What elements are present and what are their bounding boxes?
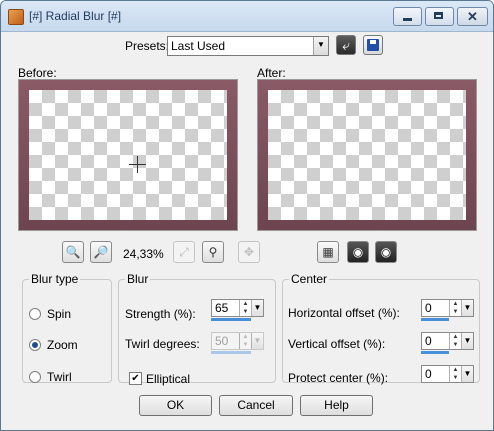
zoom-out-button[interactable]: 🔍 xyxy=(62,241,84,263)
protect-center-value: 0 xyxy=(425,367,432,381)
maximize-icon xyxy=(434,12,443,19)
close-button[interactable]: ✕ xyxy=(457,7,488,26)
title-bar[interactable]: [#] Radial Blur [#] ✕ xyxy=(1,1,493,32)
checkmark-icon: ✔ xyxy=(131,373,140,384)
pan-button[interactable]: ✥ xyxy=(238,241,260,263)
strength-slider[interactable] xyxy=(211,318,251,321)
vertical-offset-slider[interactable] xyxy=(421,351,449,354)
before-label: Before: xyxy=(18,66,57,80)
chevron-down-icon[interactable]: ▼ xyxy=(251,300,263,316)
before-preview[interactable] xyxy=(18,79,238,231)
spin-radio[interactable] xyxy=(29,308,41,320)
blur-legend: Blur xyxy=(127,272,149,286)
zoom-out-icon: 🔍 xyxy=(65,245,81,259)
presets-value: Last Used xyxy=(171,39,226,53)
horizontal-offset-label: Horizontal offset (%): xyxy=(288,306,400,320)
chevron-down-icon[interactable]: ▼ xyxy=(461,333,473,349)
zoom-level: 24,33% xyxy=(123,247,164,261)
twirl-radio[interactable] xyxy=(29,371,41,383)
minimize-button[interactable] xyxy=(393,7,422,26)
auto-proof-button[interactable]: ◉ xyxy=(375,241,397,263)
app-icon xyxy=(8,9,24,25)
arrow-return-icon: ⤶ xyxy=(342,37,350,53)
spin-arrows-icon[interactable]: ▲ ▼ xyxy=(449,300,461,316)
twirl-label: Twirl xyxy=(47,370,72,384)
zoom-actual-size-button[interactable]: ⤢ xyxy=(173,241,195,263)
vertical-offset-value: 0 xyxy=(425,334,432,348)
horizontal-offset-value: 0 xyxy=(425,301,432,315)
eye-lock-icon: ◉ xyxy=(352,245,364,259)
protect-center-input[interactable]: 0 ▲ ▼ ▼ xyxy=(421,365,474,383)
eye-icon: ◉ xyxy=(380,245,392,259)
spin-arrows-icon[interactable]: ▲ ▼ xyxy=(239,333,251,349)
grid-icon: ▦ xyxy=(322,245,334,259)
twirl-degrees-label: Twirl degrees: xyxy=(125,337,200,351)
presets-label: Presets: xyxy=(125,39,170,53)
chevron-down-icon[interactable]: ▼ xyxy=(461,300,473,316)
center-group: Center Horizontal offset (%): 0 ▲ ▼ ▼ Ver… xyxy=(282,272,480,385)
ok-button[interactable]: OK xyxy=(139,395,212,416)
horizontal-offset-slider[interactable] xyxy=(421,318,449,321)
after-preview xyxy=(257,79,477,231)
twirl-degrees-slider[interactable] xyxy=(211,351,251,354)
after-label: After: xyxy=(257,66,286,80)
close-icon: ✕ xyxy=(467,9,478,24)
zoom-radio[interactable] xyxy=(29,339,41,351)
horizontal-offset-input[interactable]: 0 ▲ ▼ ▼ xyxy=(421,299,474,317)
zoom-fit-button[interactable]: ⚲ xyxy=(202,241,224,263)
minimize-icon xyxy=(403,18,412,21)
chevron-down-icon[interactable]: ▼ xyxy=(251,333,263,349)
floppy-disk-icon xyxy=(367,39,379,51)
spin-arrows-icon[interactable]: ▲ ▼ xyxy=(449,366,461,382)
presets-dropdown[interactable]: Last Used ▼ xyxy=(167,36,329,56)
help-button[interactable]: Help xyxy=(300,395,373,416)
chevron-down-icon[interactable]: ▼ xyxy=(313,37,328,55)
cancel-button[interactable]: Cancel xyxy=(219,395,293,416)
spin-label: Spin xyxy=(47,307,72,321)
spin-arrows-icon[interactable]: ▲ ▼ xyxy=(449,333,461,349)
spin-arrows-icon[interactable]: ▲ ▼ xyxy=(239,300,251,316)
strength-value: 65 xyxy=(215,301,229,315)
blur-type-group: Blur type Spin Zoom Twirl xyxy=(22,272,112,384)
blur-type-legend: Blur type xyxy=(31,272,79,286)
maximize-button[interactable] xyxy=(425,7,454,26)
transparency-checkerboard xyxy=(268,90,466,220)
radial-blur-dialog: [#] Radial Blur [#] ✕ Presets: Last Used… xyxy=(0,0,494,431)
zoom-in-icon: 🔎 xyxy=(93,245,109,259)
magnifier-icon: ⚲ xyxy=(208,245,218,259)
center-legend: Center xyxy=(291,272,328,286)
elliptical-label: Elliptical xyxy=(146,372,191,386)
actual-size-icon: ⤢ xyxy=(179,245,189,259)
lock-preview-button[interactable]: ◉ xyxy=(347,241,369,263)
window-title: [#] Radial Blur [#] xyxy=(29,9,122,23)
transparency-checkerboard xyxy=(29,90,227,220)
blur-group: Blur Strength (%): 65 ▲ ▼ ▼ Twirl degrees… xyxy=(118,272,276,386)
move-icon: ✥ xyxy=(243,245,255,259)
twirl-degrees-value: 50 xyxy=(215,334,229,348)
twirl-degrees-input[interactable]: 50 ▲ ▼ ▼ xyxy=(211,332,264,350)
crosshair-icon xyxy=(129,156,146,173)
vertical-offset-label: Vertical offset (%): xyxy=(288,337,386,351)
apply-preset-button[interactable]: ⤶ xyxy=(336,35,356,55)
strength-input[interactable]: 65 ▲ ▼ ▼ xyxy=(211,299,264,317)
save-preset-button[interactable] xyxy=(363,35,383,55)
proof-toggle-button[interactable]: ▦ xyxy=(317,241,339,263)
vertical-offset-input[interactable]: 0 ▲ ▼ ▼ xyxy=(421,332,474,350)
elliptical-checkbox[interactable]: ✔ xyxy=(129,372,142,385)
zoom-label: Zoom xyxy=(47,338,78,352)
chevron-down-icon[interactable]: ▼ xyxy=(461,366,473,382)
protect-center-label: Protect center (%): xyxy=(288,371,389,385)
zoom-in-button[interactable]: 🔎 xyxy=(90,241,112,263)
strength-label: Strength (%): xyxy=(125,307,196,321)
